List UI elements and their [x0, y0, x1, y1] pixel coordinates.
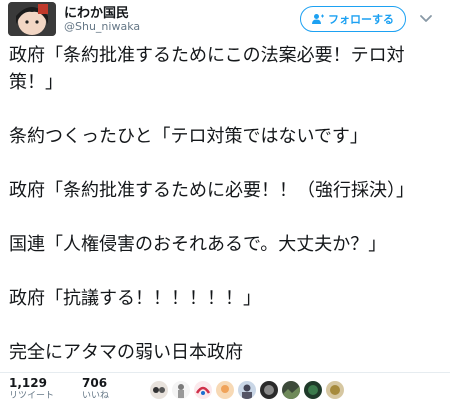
- user-handle[interactable]: @Shu_niwaka: [64, 20, 140, 33]
- follow-button[interactable]: フォローする: [300, 6, 406, 32]
- retweet-stat[interactable]: 1,129 リツイート: [9, 376, 54, 402]
- like-stat[interactable]: 706 いいね: [82, 376, 109, 402]
- liker-avatar[interactable]: [150, 381, 168, 399]
- liker-avatar[interactable]: [238, 381, 256, 399]
- tweet-line: 条約つくったひと「テロ対策ではないです」: [9, 126, 368, 147]
- retweet-count: 1,129: [9, 376, 47, 390]
- tweet-text: 政府「条約批准するためにこの法案必要！テロ対策！」 条約つくったひと「テロ対策で…: [9, 42, 434, 366]
- liker-avatar[interactable]: [282, 381, 300, 399]
- follow-label: フォローする: [328, 13, 394, 26]
- tweet-stats: 1,129 リツイート 706 いいね: [0, 372, 450, 405]
- chevron-down-icon[interactable]: [418, 10, 434, 26]
- liker-avatar[interactable]: [260, 381, 278, 399]
- liker-avatar[interactable]: [194, 381, 212, 399]
- tweet-header: にわか国民 @Shu_niwaka フォローする: [0, 0, 450, 40]
- add-user-icon: [312, 13, 324, 25]
- liker-avatar[interactable]: [216, 381, 234, 399]
- avatar[interactable]: [8, 2, 56, 36]
- liker-avatar[interactable]: [172, 381, 190, 399]
- tweet-line: 政府「条約批准するためにこの法案必要！テロ対策！」: [9, 45, 405, 93]
- like-label: いいね: [82, 391, 110, 401]
- tweet-line: 国連「人権侵害のおそれあるで。大丈夫か？」: [9, 234, 387, 255]
- tweet-line: 政府「抗議する！！！！！！」: [9, 288, 261, 309]
- retweet-label: リツイート: [9, 391, 55, 401]
- liker-avatar[interactable]: [326, 381, 344, 399]
- tweet-line: 政府「条約批准するために必要！！（強行採決）」: [9, 180, 414, 201]
- like-count: 706: [82, 376, 108, 390]
- tweet-line: 完全にアタマの弱い日本政府: [9, 342, 243, 363]
- display-name[interactable]: にわか国民: [64, 2, 129, 21]
- liker-avatar[interactable]: [304, 381, 322, 399]
